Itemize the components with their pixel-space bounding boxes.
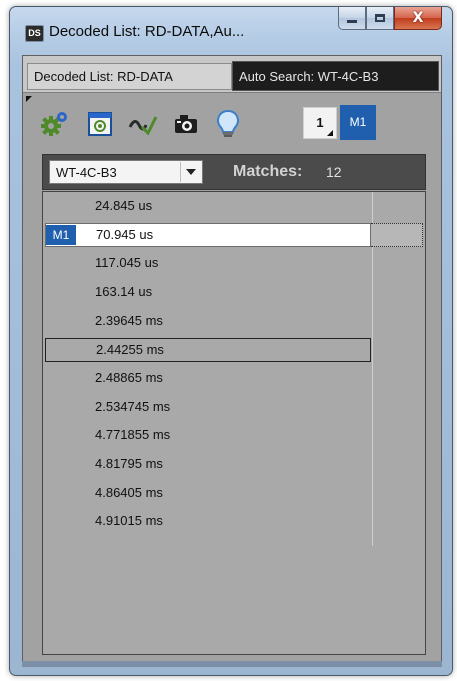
toolbar: 1 M1	[23, 93, 441, 153]
result-row[interactable]: 2.39645 ms	[45, 310, 371, 334]
matches-count: 12	[326, 164, 342, 180]
close-icon: X	[412, 10, 424, 26]
resize-corner-icon[interactable]	[26, 96, 32, 102]
search-term-value: WT-4C-B3	[56, 165, 117, 180]
tab-bar: Decoded List: RD-DATA Auto Search: WT-4C…	[23, 56, 441, 93]
marker-number-label: 1	[316, 115, 324, 130]
minimize-icon	[347, 20, 357, 23]
result-row[interactable]: 2.534745 ms	[45, 396, 371, 420]
result-value: 4.86405 ms	[95, 485, 163, 500]
result-row-selected[interactable]: M1 70.945 us	[45, 223, 371, 247]
waveform-check-icon[interactable]	[128, 111, 158, 137]
search-bar: WT-4C-B3 Matches: 12	[42, 154, 426, 190]
marker-badge: M1	[46, 225, 76, 245]
search-term-select[interactable]: WT-4C-B3	[49, 160, 203, 184]
result-value: 2.48865 ms	[95, 370, 163, 385]
corner-arrow-icon	[327, 130, 333, 136]
result-value: 163.14 us	[95, 284, 153, 299]
title-bar[interactable]: DS Decoded List: RD-DATA,Au... X	[10, 7, 452, 53]
result-row[interactable]: 2.48865 ms	[45, 367, 371, 391]
maximize-icon	[375, 14, 385, 22]
result-row[interactable]: 117.045 us	[45, 252, 371, 276]
marker-m1-button[interactable]: M1	[340, 105, 376, 140]
window-controls: X	[338, 7, 442, 30]
result-value: 2.39645 ms	[95, 313, 163, 328]
window-title: Decoded List: RD-DATA,Au...	[49, 23, 245, 40]
result-value: 4.81795 ms	[95, 456, 163, 471]
maximize-button[interactable]	[366, 7, 394, 30]
lightbulb-icon[interactable]	[213, 109, 243, 137]
decoded-list-window: DS Decoded List: RD-DATA,Au... X Decoded…	[9, 6, 453, 676]
result-value: 117.045 us	[95, 255, 159, 270]
tab-auto-search[interactable]: Auto Search: WT-4C-B3	[232, 61, 439, 91]
screen-capture-icon[interactable]	[85, 111, 115, 137]
result-value: 4.91015 ms	[95, 513, 163, 528]
result-value: 70.945 us	[96, 227, 154, 242]
result-value: 2.534745 ms	[95, 399, 171, 414]
result-row[interactable]: 24.845 us	[45, 195, 371, 219]
result-value: 2.44255 ms	[96, 342, 164, 357]
content-area: Decoded List: RD-DATA Auto Search: WT-4C…	[22, 55, 442, 667]
results-list[interactable]: 24.845 us M1 70.945 us 117.045 us 163.14…	[42, 191, 426, 655]
minimize-button[interactable]	[338, 7, 366, 30]
marker-number-button[interactable]: 1	[303, 107, 337, 139]
window-bottom-border	[22, 661, 442, 667]
result-row-focused[interactable]: 2.44255 ms	[45, 338, 371, 362]
result-row[interactable]: 4.86405 ms	[45, 482, 371, 506]
result-row[interactable]: 4.771855 ms	[45, 424, 371, 448]
app-icon: DS	[25, 25, 44, 42]
result-row[interactable]: 4.81795 ms	[45, 453, 371, 477]
tab-decoded-list[interactable]: Decoded List: RD-DATA	[27, 63, 232, 90]
result-value: 24.845 us	[95, 198, 153, 213]
result-value: 4.771855 ms	[95, 427, 171, 442]
gear-icon[interactable]	[39, 111, 69, 137]
camera-icon[interactable]	[171, 111, 201, 137]
selection-extension	[371, 223, 423, 247]
matches-label: Matches:	[233, 163, 303, 180]
result-row[interactable]: 4.91015 ms	[45, 510, 371, 534]
close-button[interactable]: X	[394, 7, 442, 30]
result-row[interactable]: 163.14 us	[45, 281, 371, 305]
chevron-down-icon[interactable]	[180, 162, 201, 182]
